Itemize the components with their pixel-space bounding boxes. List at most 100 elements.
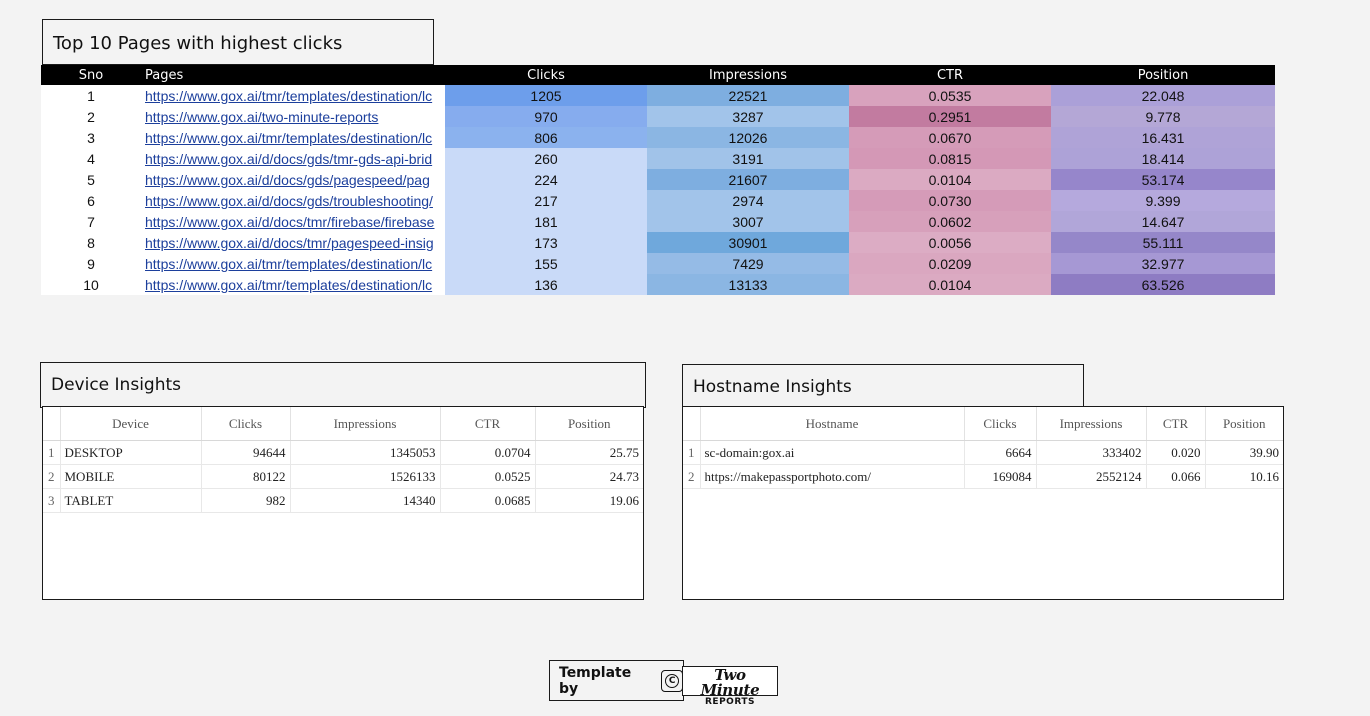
row-position: 18.414 xyxy=(1051,148,1275,169)
row-sno: 2 xyxy=(41,106,141,127)
row-position: 10.16 xyxy=(1205,464,1283,489)
row-page-cell: https://www.gox.ai/d/docs/tmr/firebase/f… xyxy=(141,211,445,232)
hostname-header-row: Hostname Clicks Impressions CTR Position xyxy=(683,407,1283,441)
hostname-insights-title-text: Hostname Insights xyxy=(693,377,852,397)
row-ctr: 0.0815 xyxy=(849,148,1051,169)
page-link[interactable]: https://www.gox.ai/tmr/templates/destina… xyxy=(145,88,432,104)
row-ctr: 0.0685 xyxy=(440,488,536,513)
table-row: 8 https://www.gox.ai/d/docs/tmr/pagespeed… xyxy=(41,232,1275,253)
row-position: 14.647 xyxy=(1051,211,1275,232)
row-index: 3 xyxy=(43,488,61,513)
row-impressions: 30901 xyxy=(647,232,849,253)
copyright-glyph: C xyxy=(665,673,680,688)
logo-line-1: Two Minute xyxy=(700,666,760,699)
row-sno: 8 xyxy=(41,232,141,253)
header-sno[interactable]: Sno xyxy=(41,65,141,85)
row-ctr: 0.0704 xyxy=(440,440,536,465)
page-link[interactable]: https://www.gox.ai/two-minute-reports xyxy=(145,109,378,125)
row-clicks: 806 xyxy=(445,127,647,148)
hostname-header-hostname[interactable]: Hostname xyxy=(700,407,965,441)
row-sno: 10 xyxy=(41,274,141,295)
page-link[interactable]: https://www.gox.ai/d/docs/tmr/firebase/f… xyxy=(145,214,434,230)
row-ctr: 0.0104 xyxy=(849,169,1051,190)
row-clicks: 260 xyxy=(445,148,647,169)
table-row: 7 https://www.gox.ai/d/docs/tmr/firebase/… xyxy=(41,211,1275,232)
hostname-header-position[interactable]: Position xyxy=(1205,407,1283,441)
header-pages[interactable]: Pages xyxy=(141,65,445,85)
row-clicks: 970 xyxy=(445,106,647,127)
table-row: 10 https://www.gox.ai/tmr/templates/desti… xyxy=(41,274,1275,295)
device-header-row: Device Clicks Impressions CTR Position xyxy=(43,407,643,441)
page-link[interactable]: https://www.gox.ai/d/docs/tmr/pagespeed-… xyxy=(145,235,434,251)
row-impressions: 2974 xyxy=(647,190,849,211)
row-position: 22.048 xyxy=(1051,85,1275,106)
top-pages-header-row: Sno Pages Clicks Impressions CTR Positio… xyxy=(41,65,1275,85)
row-impressions: 14340 xyxy=(290,488,441,513)
row-impressions: 12026 xyxy=(647,127,849,148)
row-clicks: 94644 xyxy=(201,440,291,465)
hostname-insights-title: Hostname Insights xyxy=(682,364,1084,410)
row-index: 1 xyxy=(683,440,701,465)
table-row: 2 https://makepassportphoto.com/169084 255… xyxy=(683,464,1283,489)
header-ctr[interactable]: CTR xyxy=(849,65,1051,85)
row-position: 19.06 xyxy=(535,488,643,513)
row-sno: 5 xyxy=(41,169,141,190)
table-row: 1 https://www.gox.ai/tmr/templates/destin… xyxy=(41,85,1275,106)
row-position: 32.977 xyxy=(1051,253,1275,274)
row-position: 24.73 xyxy=(535,464,643,489)
row-position: 9.399 xyxy=(1051,190,1275,211)
header-impressions[interactable]: Impressions xyxy=(647,65,849,85)
device-header-clicks[interactable]: Clicks xyxy=(201,407,291,441)
row-device: MOBILE xyxy=(60,464,202,489)
row-impressions: 22521 xyxy=(647,85,849,106)
page-link[interactable]: https://www.gox.ai/tmr/templates/destina… xyxy=(145,277,432,293)
row-sno: 1 xyxy=(41,85,141,106)
row-ctr: 0.0209 xyxy=(849,253,1051,274)
top-pages-table: Sno Pages Clicks Impressions CTR Positio… xyxy=(41,65,1275,295)
table-row: 1 sc-domain:gox.ai 6664 333402 0.020 39.90 xyxy=(683,440,1283,465)
page-link[interactable]: https://www.gox.ai/tmr/templates/destina… xyxy=(145,130,432,146)
row-clicks: 1205 xyxy=(445,85,647,106)
row-impressions: 1345053 xyxy=(290,440,441,465)
device-header-impressions[interactable]: Impressions xyxy=(290,407,441,441)
device-header-ctr[interactable]: CTR xyxy=(440,407,536,441)
page-link[interactable]: https://www.gox.ai/tmr/templates/destina… xyxy=(145,256,432,272)
hostname-header-clicks[interactable]: Clicks xyxy=(964,407,1037,441)
row-position: 63.526 xyxy=(1051,274,1275,295)
row-clicks: 155 xyxy=(445,253,647,274)
page-link[interactable]: https://www.gox.ai/d/docs/gds/pagespeed/… xyxy=(145,172,430,188)
header-clicks[interactable]: Clicks xyxy=(445,65,647,85)
device-table: Device Clicks Impressions CTR Position 1… xyxy=(43,407,643,513)
device-header-device[interactable]: Device xyxy=(60,407,202,441)
table-row: 6 https://www.gox.ai/d/docs/gds/troublesh… xyxy=(41,190,1275,211)
row-page-cell: https://www.gox.ai/d/docs/gds/tmr-gds-ap… xyxy=(141,148,445,169)
logo-line-2: REPORTS xyxy=(705,697,755,707)
row-impressions: 3191 xyxy=(647,148,849,169)
table-row: 4 https://www.gox.ai/d/docs/gds/tmr-gds-a… xyxy=(41,148,1275,169)
row-position: 55.111 xyxy=(1051,232,1275,253)
two-minute-reports-logo[interactable]: Two Minute REPORTS xyxy=(682,666,778,707)
row-ctr: 0.0602 xyxy=(849,211,1051,232)
row-hostname: https://makepassportphoto.com/ xyxy=(700,464,965,489)
hostname-header-ctr[interactable]: CTR xyxy=(1146,407,1206,441)
table-row: 2 MOBILE 80122 1526133 0.0525 24.73 xyxy=(43,464,643,489)
row-sno: 6 xyxy=(41,190,141,211)
row-sno: 3 xyxy=(41,127,141,148)
row-ctr: 0.0730 xyxy=(849,190,1051,211)
header-position[interactable]: Position xyxy=(1051,65,1275,85)
row-impressions: 3007 xyxy=(647,211,849,232)
row-sno: 9 xyxy=(41,253,141,274)
row-page-cell: https://www.gox.ai/d/docs/gds/troublesho… xyxy=(141,190,445,211)
device-header-position[interactable]: Position xyxy=(535,407,643,441)
table-row: 5 https://www.gox.ai/d/docs/gds/pagespeed… xyxy=(41,169,1275,190)
row-page-cell: https://www.gox.ai/two-minute-reports xyxy=(141,106,445,127)
row-device: TABLET xyxy=(60,488,202,513)
page-link[interactable]: https://www.gox.ai/d/docs/gds/troublesho… xyxy=(145,193,433,209)
row-impressions: 13133 xyxy=(647,274,849,295)
row-clicks: 169084 xyxy=(964,464,1037,489)
row-page-cell: https://www.gox.ai/d/docs/gds/pagespeed/… xyxy=(141,169,445,190)
hostname-insights-frame: Hostname Clicks Impressions CTR Position… xyxy=(682,406,1284,600)
row-page-cell: https://www.gox.ai/d/docs/tmr/pagespeed-… xyxy=(141,232,445,253)
page-link[interactable]: https://www.gox.ai/d/docs/gds/tmr-gds-ap… xyxy=(145,151,432,167)
hostname-header-impressions[interactable]: Impressions xyxy=(1036,407,1147,441)
